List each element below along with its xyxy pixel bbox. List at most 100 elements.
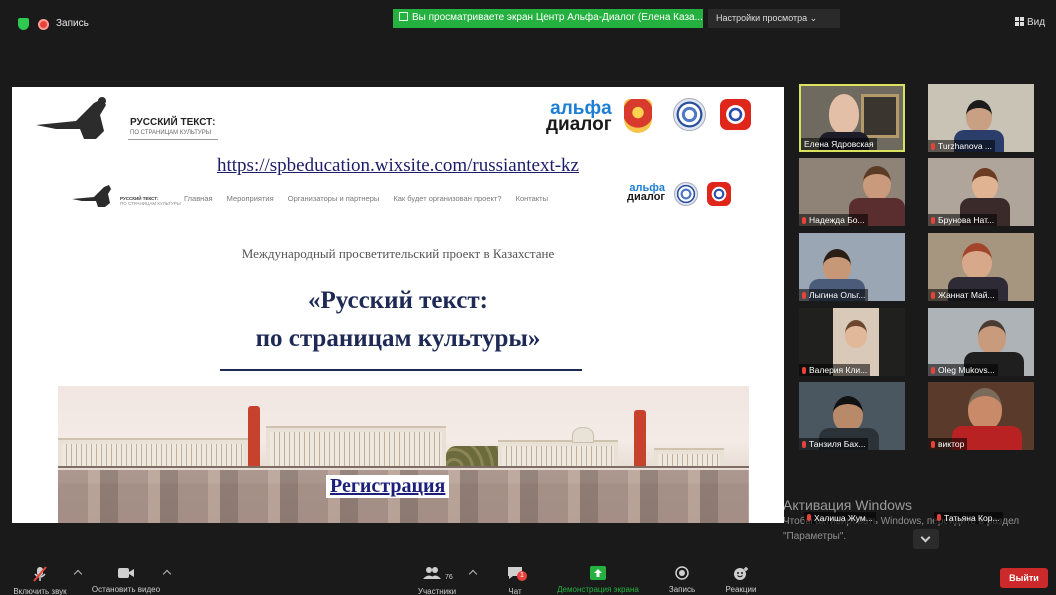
reactions-smiley-icon bbox=[734, 567, 748, 580]
screen-share-banner-text: Вы просматриваете экран Центр Альфа-Диал… bbox=[412, 12, 703, 23]
reactions-button[interactable]: Реакции bbox=[716, 556, 766, 594]
record-icon bbox=[675, 566, 689, 580]
participant-name-text: Лыгина Ольг... bbox=[809, 290, 866, 300]
nav-item-organizers[interactable]: Организаторы и партнеры bbox=[288, 194, 380, 203]
participant-face bbox=[823, 249, 851, 283]
participant-tile[interactable]: Oleg Mukovs... bbox=[928, 308, 1034, 376]
participant-name-text: Oleg Mukovs... bbox=[938, 365, 995, 375]
participant-tile[interactable]: Лыгина Ольг... bbox=[799, 233, 905, 301]
building-far-right bbox=[654, 448, 724, 468]
participants-count: 76 bbox=[445, 574, 453, 581]
participant-face bbox=[863, 166, 891, 200]
view-button-label: Вид bbox=[1027, 17, 1046, 28]
participant-name-text: Жаннат Май... bbox=[938, 290, 995, 300]
nav-item-contacts[interactable]: Контакты bbox=[516, 194, 548, 203]
windows-activation-title: Активация Windows bbox=[783, 497, 913, 513]
participants-options-caret[interactable] bbox=[468, 569, 478, 579]
participant-name-text: Елена Ядровская bbox=[804, 139, 874, 149]
participant-tile[interactable]: Валерия Кли... bbox=[799, 308, 905, 376]
center-logo-emblem bbox=[720, 99, 751, 130]
nav-brand-subtitle: ПО СТРАНИЦАМ КУЛЬТУРЫ bbox=[120, 201, 181, 206]
participants-button[interactable]: 76 Участники bbox=[405, 556, 469, 595]
participant-name: виктор bbox=[928, 438, 968, 450]
alfa-dialog-logo: альфа диалог bbox=[546, 99, 612, 133]
intl-project-subheading: Международный просветительский проект в … bbox=[241, 246, 555, 261]
participant-tile[interactable]: Елена Ядровская bbox=[799, 84, 905, 152]
participant-name-text: Надежда Бо... bbox=[809, 215, 865, 225]
participant-name: Елена Ядровская bbox=[801, 138, 877, 150]
microphone-muted-icon bbox=[33, 566, 47, 582]
site-title: РУССКИЙ ТЕКСТ: bbox=[130, 117, 216, 128]
painting-background bbox=[861, 94, 899, 138]
participant-name-text: Брунова Нат... bbox=[938, 215, 995, 225]
stop-video-label: Остановить видео bbox=[91, 585, 161, 594]
participant-tile[interactable]: Танзиля Бах... bbox=[799, 382, 905, 450]
alfa-dialog-logo-small: альфа диалог bbox=[627, 182, 666, 204]
project-title-line1: «Русский текст: bbox=[307, 287, 489, 314]
strip-name-left-text: Халиша Жум... bbox=[814, 513, 873, 523]
muted-mic-icon bbox=[931, 143, 935, 150]
participant-face bbox=[978, 320, 1006, 354]
meeting-toolbar: Включить звук Остановить видео 76 Участн… bbox=[0, 556, 1056, 595]
participant-name-text: виктор bbox=[938, 439, 965, 449]
video-camera-icon bbox=[118, 568, 134, 578]
participant-tile[interactable]: виктор bbox=[928, 382, 1034, 450]
participant-face bbox=[833, 396, 863, 432]
muted-mic-icon bbox=[931, 292, 935, 299]
meeting-top-bar: Запись Вы просматриваете экран Центр Аль… bbox=[0, 0, 1056, 36]
security-shield-icon[interactable] bbox=[18, 18, 29, 30]
register-link[interactable]: Регистрация bbox=[326, 475, 450, 498]
participant-face bbox=[972, 168, 998, 200]
participant-tile[interactable]: Надежда Бо... bbox=[799, 158, 905, 226]
participant-tile[interactable]: Turzhanova ... bbox=[928, 84, 1034, 152]
chat-button[interactable]: 1 Чат bbox=[498, 556, 532, 595]
nav-item-events[interactable]: Мероприятия bbox=[227, 194, 274, 203]
view-button[interactable]: Вид bbox=[1015, 17, 1045, 28]
participant-face bbox=[962, 243, 992, 279]
participant-name: Валерия Кли... bbox=[799, 364, 871, 376]
rostral-column-right bbox=[634, 410, 646, 468]
share-screen-icon bbox=[590, 566, 606, 580]
participant-name-text: Танзиля Бах... bbox=[809, 439, 866, 449]
muted-mic-icon bbox=[931, 217, 935, 224]
chevron-down-icon bbox=[920, 532, 931, 543]
building-left bbox=[58, 438, 248, 468]
participant-tile[interactable]: Брунова Нат... bbox=[928, 158, 1034, 226]
recording-label: Запись bbox=[56, 18, 89, 29]
site-navigation: Главная Мероприятия Организаторы и партн… bbox=[184, 194, 560, 203]
participant-face bbox=[968, 388, 1002, 430]
project-url-link[interactable]: https://spbeducation.wixsite.com/russian… bbox=[12, 155, 784, 177]
record-label: Запись bbox=[668, 585, 696, 594]
university-seal-small-emblem bbox=[674, 182, 698, 206]
museum-dome bbox=[572, 427, 594, 443]
rostral-column-left bbox=[248, 406, 260, 468]
participant-name: Turzhanova ... bbox=[928, 140, 996, 152]
pushkin-small-logo bbox=[72, 185, 111, 207]
participants-icon bbox=[423, 567, 441, 579]
logo-small-line2: диалог bbox=[627, 191, 666, 204]
unmute-button[interactable]: Включить звук bbox=[4, 556, 76, 595]
nav-item-how-organized[interactable]: Как будет организован проект? bbox=[393, 194, 501, 203]
leave-meeting-button[interactable]: Выйти bbox=[1000, 568, 1048, 588]
chat-unread-badge: 1 bbox=[517, 571, 527, 581]
share-screen-button[interactable]: Демонстрация экрана bbox=[548, 556, 648, 594]
participant-tile[interactable]: Жаннат Май... bbox=[928, 233, 1034, 301]
record-button[interactable]: Запись bbox=[660, 556, 704, 594]
gallery-expand-button[interactable] bbox=[913, 529, 939, 549]
participant-name-text: Turzhanova ... bbox=[938, 141, 993, 151]
unmute-label: Включить звук bbox=[13, 587, 67, 595]
building-right bbox=[498, 440, 618, 468]
view-options-dropdown[interactable]: Настройки просмотра ⌄ bbox=[708, 9, 840, 28]
stop-video-button[interactable]: Остановить видео bbox=[86, 556, 166, 594]
nav-brand: РУССКИЙ ТЕКСТ: ПО СТРАНИЦАМ КУЛЬТУРЫ bbox=[120, 196, 181, 206]
share-screen-label: Демонстрация экрана bbox=[557, 585, 639, 594]
participant-name: Жаннат Май... bbox=[928, 289, 998, 301]
nav-item-home[interactable]: Главная bbox=[184, 194, 213, 203]
pushkin-monument-logo bbox=[36, 97, 106, 139]
shared-screen: РУССКИЙ ТЕКСТ: ПО СТРАНИЦАМ КУЛЬТУРЫ аль… bbox=[12, 87, 784, 523]
coat-of-arms-emblem bbox=[624, 99, 652, 133]
reactions-label: Реакции bbox=[725, 585, 757, 594]
recording-icon[interactable] bbox=[38, 19, 49, 30]
title-underline bbox=[220, 369, 582, 371]
project-title: «Русский текст: по страницам культуры» bbox=[12, 282, 784, 358]
